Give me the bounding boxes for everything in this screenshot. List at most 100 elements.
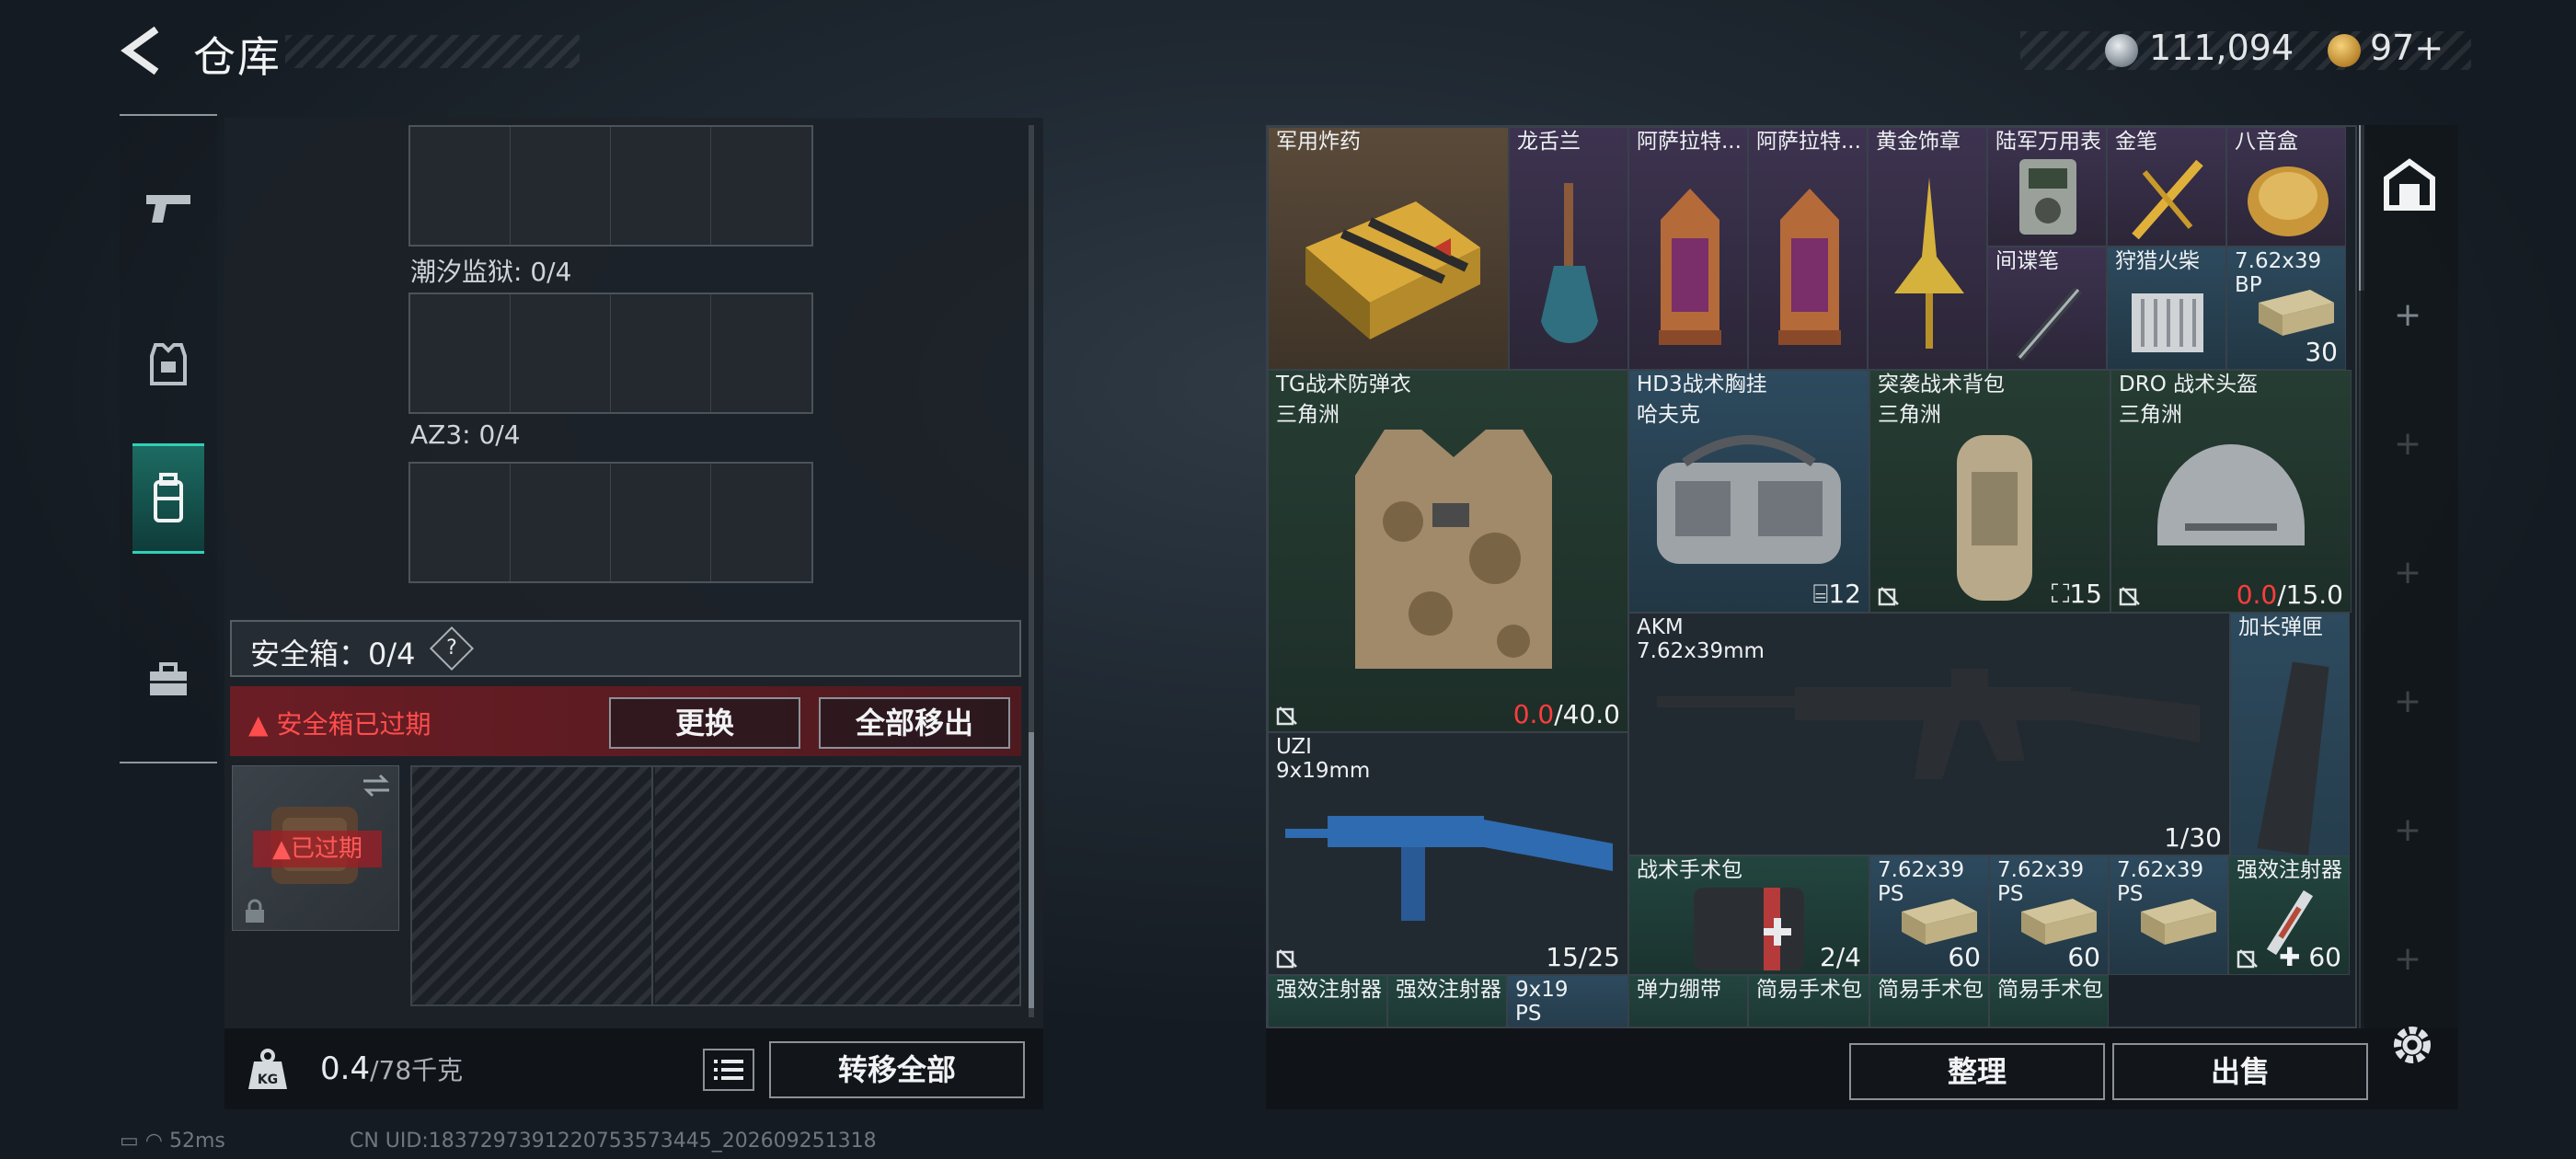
item-name: 简易手术包 [1997,978,2103,1002]
container-grid[interactable] [408,462,813,583]
list-view-button[interactable] [703,1049,754,1091]
inventory-item-matches[interactable]: 狩猎火柴 [2107,247,2226,370]
durability-max: /40.0 [1554,699,1620,729]
inventory-item-chest-rig[interactable]: HD3战术胸挂 哈夫克 ⌸12 [1628,370,1869,613]
item-name: 军用炸药 [1276,130,1361,154]
toolbox-icon [150,662,187,695]
ammo-box-icon [2021,899,2097,945]
help-icon: ? [446,637,457,660]
inventory-item-spy-pen[interactable]: 间谍笔 [1987,247,2107,370]
weight-readout: 0.4/78千克 [320,1050,463,1087]
item-name: 强效注射器 [1396,978,1501,1002]
storage-tabs: + + + + + + [2361,125,2458,1028]
scrollbar-thumb[interactable] [1029,732,1034,1008]
help-button[interactable]: ? [429,625,475,671]
inventory-item-vest[interactable]: TG战术防弹衣 三角洲 0.0/40.0 [1268,370,1628,732]
inventory-item-ammo-ps[interactable]: 7.62x39 PS 60 [1989,855,2109,975]
inventory-item-ammo-9x19[interactable]: 9x19 PS [1507,975,1628,1027]
sell-button[interactable]: 出售 [2112,1043,2368,1100]
inventory-item-backpack[interactable]: 突袭战术背包 三角洲 ⛶15 [1869,370,2110,613]
inventory-item-tequila[interactable]: 龙舌兰 [1509,127,1628,370]
inventory-item-injector[interactable]: 强效注射器 [1387,975,1507,1027]
container-grid[interactable] [408,293,813,414]
container-scrollbar[interactable] [1029,125,1034,1017]
add-tab-icon: + [2394,425,2422,463]
nav-armor[interactable] [132,309,204,419]
item-name: 黄金饰章 [1876,130,1961,154]
expired-tag: ▲已过期 [253,831,382,867]
item-subtitle: 三角洲 [1878,403,1941,427]
add-tab-icon: + [2394,811,2422,849]
weight-kg-icon: KG [248,1049,287,1089]
silver-coin-icon [2105,34,2138,67]
inventory-item-lantern[interactable]: 阿萨拉特... [1748,127,1868,370]
inventory-item-injector[interactable]: 强效注射器 [1268,975,1387,1027]
inventory-item-gold-pen[interactable]: 金笔 [2107,127,2226,247]
safe-box-item[interactable]: ▲已过期 [232,765,399,931]
add-tab-icon[interactable]: + [2394,296,2421,334]
inventory-item-ammo-ps[interactable]: 7.62x39 PS 60 [1869,855,1989,975]
item-name: 间谍笔 [1995,249,2059,273]
item-subtitle: 9x19mm [1276,759,1371,783]
inventory-item-surgery-kit[interactable]: 简易手术包 [1869,975,1989,1027]
warning-icon: ▲ [271,835,291,863]
back-button[interactable] [116,24,166,77]
item-ammo: 15/25 [1546,942,1620,972]
inventory-item-surgery-kit[interactable]: 简易手术包 [1989,975,2109,1027]
add-tab-icon: + [2394,940,2422,978]
inventory-item-multimeter[interactable]: 陆军万用表 [1987,127,2107,247]
inventory-item-injector[interactable]: 强效注射器 ✚ 60 [2228,855,2350,975]
lantern-icon [1778,189,1841,345]
nav-toolbox[interactable] [132,624,204,734]
pistol-icon [146,195,190,223]
safe-box-grid[interactable] [410,765,1021,1006]
inventory-item-bandage[interactable]: 弹力绷带 [1628,975,1748,1027]
armor-vest-icon [150,343,187,385]
nav-weapons[interactable] [132,153,204,263]
vest-icon [1355,430,1552,669]
inventory-item-lantern[interactable]: 阿萨拉特... [1628,127,1748,370]
matches-icon [2132,293,2203,352]
item-name: 突袭战术背包 [1878,373,2005,396]
ping: 52ms [169,1130,225,1153]
inventory-item-akm[interactable]: AKM 7.62x39mm 1/30 [1628,613,2230,855]
add-tab-icon: + [2394,683,2422,720]
inventory-item-gold-badge[interactable]: 黄金饰章 [1868,127,1987,370]
lock-icon [246,899,264,923]
inventory-item-ammo-ps[interactable]: 7.62x39 PS [2109,855,2228,975]
rifle-icon [1657,669,2200,779]
inventory-item-uzi[interactable]: UZI 9x19mm 15/25 [1268,732,1628,975]
replace-button[interactable]: 更换 [609,697,800,749]
inventory-item-tactical-surgery-kit[interactable]: 战术手术包 2/4 [1628,855,1869,975]
storage-tab-home[interactable] [2381,156,2438,213]
gold-currency-amount[interactable]: 97+ [2370,28,2444,68]
settings-button[interactable] [2386,1019,2438,1071]
gear-icon [2394,1027,2431,1063]
gold-coin-icon[interactable] [2328,34,2361,67]
inventory-item-surgery-kit[interactable]: 简易手术包 [1748,975,1869,1027]
container-grid[interactable] [408,125,813,247]
inventory-item-helmet[interactable]: DRO 战术头盔 三角洲 0.0/15.0 [2110,370,2352,613]
sort-button[interactable]: 整理 [1849,1043,2105,1100]
item-ammo: 1/30 [2164,822,2222,853]
ammo-box-icon [1902,899,1977,945]
item-durability: 0.0/15.0 [2237,580,2343,610]
warning-icon: ▲ [248,709,269,740]
item-name: 7.62x39 [1997,858,2085,882]
remove-all-button[interactable]: 全部移出 [819,697,1010,749]
item-name: 强效注射器 [2237,858,2342,882]
capacity-value: 15 [2069,579,2102,609]
inventory-item-ammo-bp[interactable]: 7.62x39 BP 30 [2226,247,2346,370]
transfer-all-button[interactable]: 转移全部 [769,1041,1025,1098]
inventory-item-explosive[interactable]: 军用炸药 [1268,127,1509,370]
item-name: 龙舌兰 [1517,130,1581,154]
spy-pen-icon [2016,286,2082,361]
ammo-box-icon [2259,290,2334,336]
multimeter-icon [2019,159,2076,235]
broken-icon [2237,949,2258,969]
pen-icon [2132,159,2203,240]
inventory-item-music-box[interactable]: 八音盒 [2226,127,2346,247]
nav-backpack[interactable] [132,443,204,554]
page-title: 仓库 [193,32,282,82]
safe-slot-locked [412,767,653,1004]
